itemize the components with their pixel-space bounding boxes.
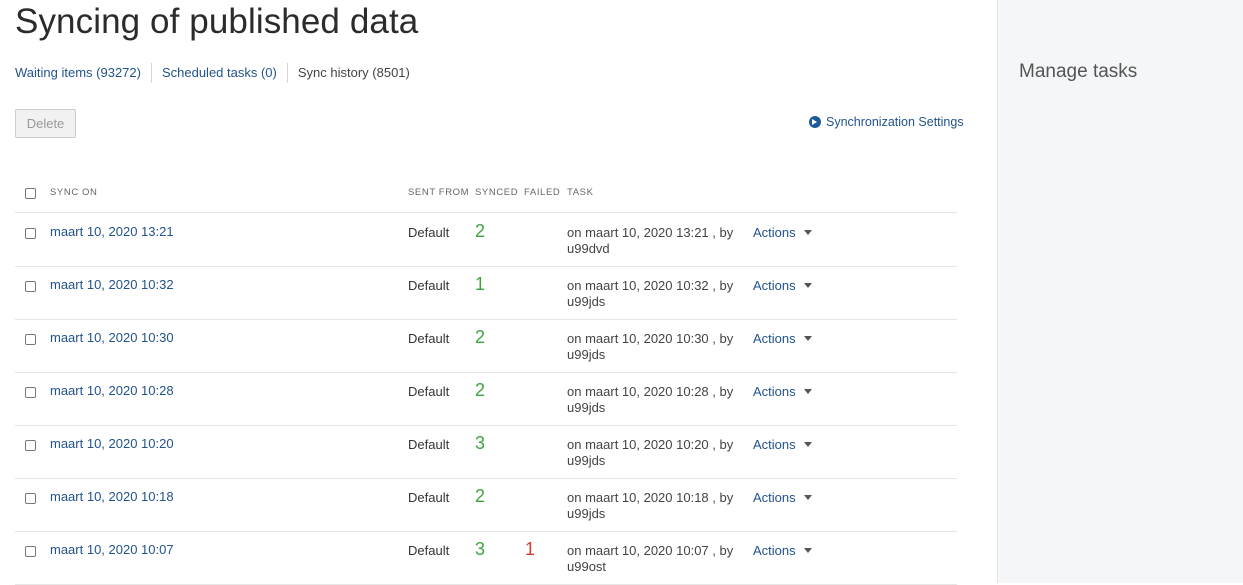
table-row: maart 10, 2020 10:20 Default 3 on maart 10,… bbox=[15, 425, 957, 479]
table-row: maart 10, 2020 13:21 Default 2 on maart 10,… bbox=[15, 213, 957, 267]
header-sent-from: SENT FROM bbox=[408, 187, 470, 198]
table-header: SYNC ON SENT FROM SYNCED FAILED TASK bbox=[15, 184, 957, 213]
caret-down-icon bbox=[803, 548, 812, 553]
caret-down-icon bbox=[803, 336, 812, 341]
task-line-1: on maart 10, 2020 13:21 , by bbox=[567, 225, 734, 240]
row-checkbox[interactable] bbox=[25, 334, 36, 345]
task-info: on maart 10, 2020 10:20 , by u99jds bbox=[567, 437, 747, 469]
select-all-checkbox[interactable] bbox=[25, 188, 36, 199]
sent-from-value: Default bbox=[408, 384, 450, 399]
actions-label: Actions bbox=[753, 278, 796, 293]
actions-dropdown[interactable]: Actions bbox=[753, 490, 812, 505]
synced-count: 2 bbox=[475, 327, 486, 347]
sidebar-title: Manage tasks bbox=[1019, 61, 1138, 82]
task-user: u99jds bbox=[567, 400, 606, 415]
synced-count: 3 bbox=[475, 539, 486, 559]
task-info: on maart 10, 2020 10:30 , by u99jds bbox=[567, 331, 747, 363]
table-row: maart 10, 2020 10:28 Default 2 on maart 10,… bbox=[15, 372, 957, 426]
task-line-1: on maart 10, 2020 10:32 , by bbox=[567, 278, 734, 293]
sent-from-value: Default bbox=[408, 490, 450, 505]
task-user: u99ost bbox=[567, 559, 607, 574]
actions-label: Actions bbox=[753, 331, 796, 346]
task-user: u99jds bbox=[567, 453, 606, 468]
task-info: on maart 10, 2020 10:32 , by u99jds bbox=[567, 278, 747, 310]
synchronization-settings-link[interactable]: Synchronization Settings bbox=[809, 115, 964, 129]
synced-count: 3 bbox=[475, 433, 486, 453]
tab-waiting-items[interactable]: Waiting items (93272) bbox=[15, 63, 151, 83]
task-user: u99jds bbox=[567, 347, 606, 362]
arrow-circle-right-icon bbox=[809, 116, 821, 128]
task-line-1: on maart 10, 2020 10:07 , by bbox=[567, 543, 734, 558]
caret-down-icon bbox=[803, 495, 812, 500]
header-sync-on[interactable]: SYNC ON bbox=[50, 187, 97, 198]
synced-count: 2 bbox=[475, 380, 486, 400]
actions-dropdown[interactable]: Actions bbox=[753, 543, 812, 558]
failed-count: 1 bbox=[525, 539, 536, 559]
actions-dropdown[interactable]: Actions bbox=[753, 225, 812, 240]
sync-date-link[interactable]: maart 10, 2020 10:28 bbox=[50, 383, 174, 398]
tab-bar: Waiting items (93272) Scheduled tasks (0… bbox=[15, 63, 420, 83]
sent-from-value: Default bbox=[408, 543, 450, 558]
task-line-1: on maart 10, 2020 10:20 , by bbox=[567, 437, 734, 452]
caret-down-icon bbox=[803, 442, 812, 447]
sync-date-link[interactable]: maart 10, 2020 10:32 bbox=[50, 277, 174, 292]
caret-down-icon bbox=[803, 283, 812, 288]
task-line-1: on maart 10, 2020 10:28 , by bbox=[567, 384, 734, 399]
actions-label: Actions bbox=[753, 225, 796, 240]
header-synced: SYNCED bbox=[475, 187, 519, 198]
task-info: on maart 10, 2020 10:07 , by u99ost bbox=[567, 543, 747, 575]
row-checkbox[interactable] bbox=[25, 387, 36, 398]
sync-date-link[interactable]: maart 10, 2020 10:30 bbox=[50, 330, 174, 345]
actions-label: Actions bbox=[753, 437, 796, 452]
task-info: on maart 10, 2020 10:28 , by u99jds bbox=[567, 384, 747, 416]
table-row: maart 10, 2020 10:32 Default 1 on maart 10,… bbox=[15, 266, 957, 320]
table-row: maart 10, 2020 10:30 Default 2 on maart 10,… bbox=[15, 319, 957, 373]
task-user: u99dvd bbox=[567, 241, 610, 256]
synced-count: 2 bbox=[475, 221, 486, 241]
sync-date-link[interactable]: maart 10, 2020 10:18 bbox=[50, 489, 174, 504]
caret-down-icon bbox=[803, 389, 812, 394]
task-line-1: on maart 10, 2020 10:18 , by bbox=[567, 490, 734, 505]
header-task: TASK bbox=[567, 187, 594, 198]
tab-scheduled-tasks[interactable]: Scheduled tasks (0) bbox=[150, 63, 287, 83]
sidebar: Manage tasks bbox=[997, 0, 1243, 583]
row-checkbox[interactable] bbox=[25, 228, 36, 239]
caret-down-icon bbox=[803, 230, 812, 235]
row-checkbox[interactable] bbox=[25, 440, 36, 451]
sync-date-link[interactable]: maart 10, 2020 10:07 bbox=[50, 542, 174, 557]
task-line-1: on maart 10, 2020 10:30 , by bbox=[567, 331, 734, 346]
sent-from-value: Default bbox=[408, 331, 450, 346]
actions-label: Actions bbox=[753, 543, 796, 558]
actions-dropdown[interactable]: Actions bbox=[753, 437, 812, 452]
delete-button[interactable]: Delete bbox=[15, 109, 76, 138]
actions-dropdown[interactable]: Actions bbox=[753, 278, 812, 293]
actions-dropdown[interactable]: Actions bbox=[753, 384, 812, 399]
task-info: on maart 10, 2020 13:21 , by u99dvd bbox=[567, 225, 747, 257]
table-row: maart 10, 2020 10:18 Default 2 on maart 10,… bbox=[15, 478, 957, 532]
tab-sync-history[interactable]: Sync history (8501) bbox=[286, 63, 420, 83]
sent-from-value: Default bbox=[408, 225, 450, 240]
row-checkbox[interactable] bbox=[25, 493, 36, 504]
row-checkbox[interactable] bbox=[25, 546, 36, 557]
task-user: u99jds bbox=[567, 294, 606, 309]
table-row: maart 10, 2020 10:07 Default 3 1 on maart 10… bbox=[15, 531, 957, 585]
sync-date-link[interactable]: maart 10, 2020 10:20 bbox=[50, 436, 174, 451]
synced-count: 2 bbox=[475, 486, 486, 506]
sent-from-value: Default bbox=[408, 278, 450, 293]
row-checkbox[interactable] bbox=[25, 281, 36, 292]
synced-count: 1 bbox=[475, 274, 486, 294]
sent-from-value: Default bbox=[408, 437, 450, 452]
synchronization-settings-label: Synchronization Settings bbox=[826, 115, 964, 129]
main-content: Syncing of published data Waiting items … bbox=[0, 0, 997, 585]
sync-date-link[interactable]: maart 10, 2020 13:21 bbox=[50, 224, 174, 239]
page-title: Syncing of published data bbox=[15, 2, 419, 41]
actions-label: Actions bbox=[753, 384, 796, 399]
actions-dropdown[interactable]: Actions bbox=[753, 331, 812, 346]
header-failed: FAILED bbox=[524, 187, 561, 198]
task-info: on maart 10, 2020 10:18 , by u99jds bbox=[567, 490, 747, 522]
task-user: u99jds bbox=[567, 506, 606, 521]
actions-label: Actions bbox=[753, 490, 796, 505]
